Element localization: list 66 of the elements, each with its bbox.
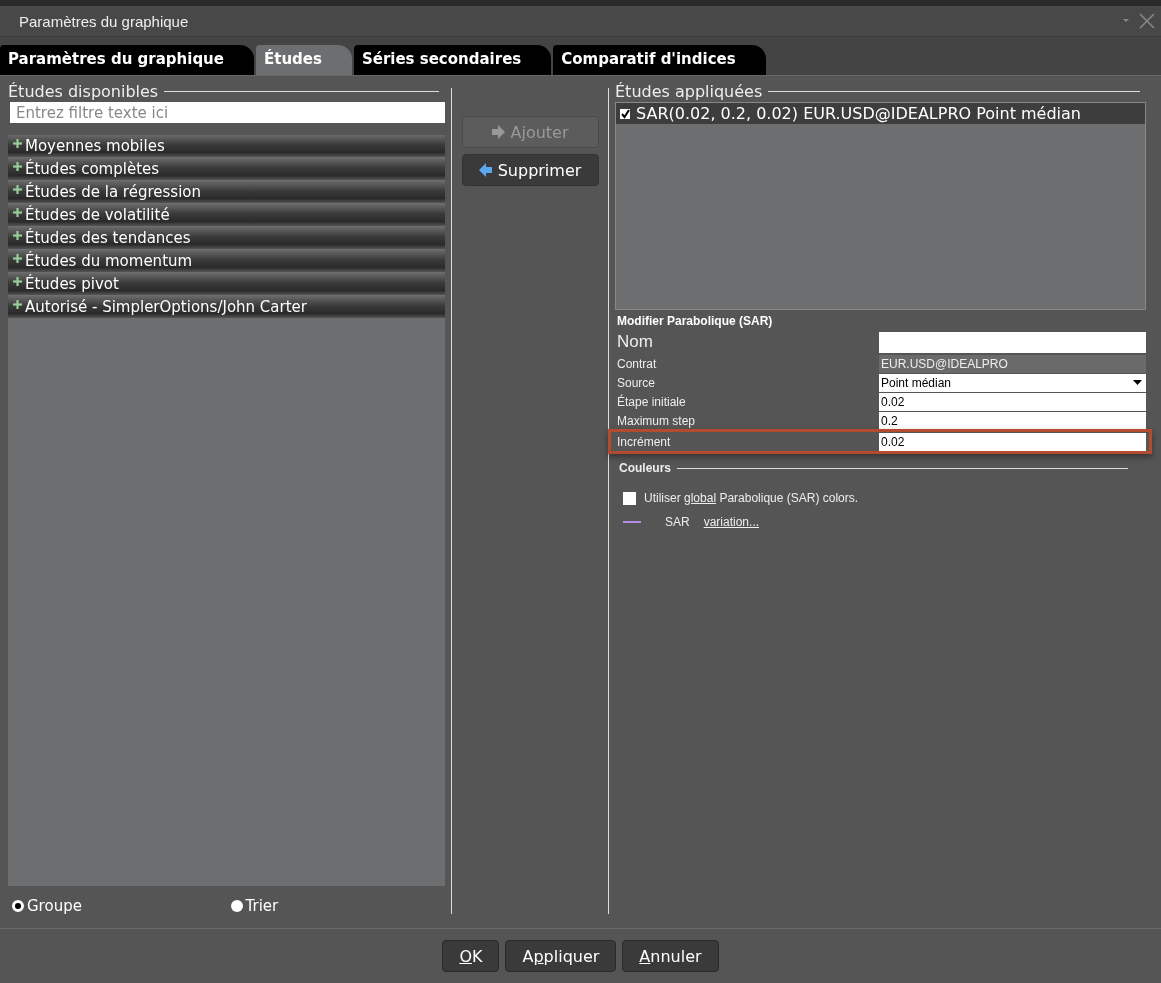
- caret-icon: [1133, 380, 1142, 385]
- field-label: Nom: [617, 332, 654, 352]
- plus-icon[interactable]: [13, 185, 22, 194]
- plus-icon[interactable]: [13, 162, 22, 171]
- option-text: Utiliser global Parabolique (SAR) colors.: [644, 491, 859, 505]
- readonly-field[interactable]: EUR.USD@IDEALPRO: [879, 354, 1146, 373]
- section-title: Études appliquées: [615, 81, 763, 101]
- study-group[interactable]: Études du momentum: [8, 250, 445, 272]
- checkbox[interactable]: [620, 108, 630, 119]
- variation-link[interactable]: variation...: [703, 515, 760, 529]
- study-group[interactable]: Études pivot: [8, 273, 445, 295]
- checkbox[interactable]: [623, 491, 636, 505]
- study-group[interactable]: Études des tendances: [8, 227, 445, 249]
- field-label: Maximum step: [617, 413, 697, 428]
- close-icon[interactable]: [1121, 13, 1155, 29]
- plus-icon[interactable]: [13, 300, 22, 309]
- applied-study[interactable]: SAR(0.02, 0.2, 0.02) EUR.USD@IDEALPRO Point médian: [616, 103, 1145, 124]
- radio-icon[interactable]: [230, 900, 243, 912]
- group-label: Études de la régression: [25, 183, 201, 201]
- input-field[interactable]: 0.2: [879, 411, 1146, 430]
- section-title: Études disponibles: [8, 81, 159, 101]
- tab[interactable]: Comparatif d'indices: [553, 45, 766, 75]
- group-label: Autorisé - SimplerOptions/John Carter: [25, 298, 307, 316]
- group-label: Études de volatilité: [25, 206, 170, 224]
- group-label: Études pivot: [25, 275, 119, 293]
- radio-option[interactable]: Trier: [226, 894, 445, 918]
- field-label: Source: [617, 375, 657, 390]
- group-label: Études complètes: [25, 160, 160, 178]
- plus-icon[interactable]: [13, 208, 22, 217]
- field-label: Contrat: [617, 356, 658, 371]
- dialog-button[interactable]: OK: [442, 940, 500, 972]
- study-group[interactable]: Autorisé - SimplerOptions/John Carter: [8, 296, 445, 318]
- radio-option[interactable]: Groupe: [8, 894, 227, 918]
- field-label: Étape initiale: [617, 394, 687, 409]
- plus-icon[interactable]: [13, 277, 22, 286]
- tab[interactable]: Études: [256, 45, 352, 75]
- plus-icon[interactable]: [13, 254, 22, 263]
- plus-icon[interactable]: [13, 231, 22, 240]
- editor-title: Modifier Parabolique (SAR): [616, 314, 774, 328]
- study-group[interactable]: Études complètes: [8, 158, 445, 180]
- dialog-button[interactable]: Annuler: [622, 940, 719, 972]
- line-label: SAR: [665, 515, 690, 529]
- remove-button[interactable]: Supprimer: [461, 154, 599, 186]
- input-field[interactable]: 0.02: [879, 392, 1146, 411]
- study-group[interactable]: Études de la régression: [8, 181, 445, 203]
- arrow-left-icon: [478, 163, 493, 177]
- radio-icon[interactable]: [12, 900, 24, 912]
- study-group[interactable]: Études de volatilité: [8, 204, 445, 226]
- field-label: Incrément: [617, 434, 672, 449]
- section-title: Couleurs: [619, 461, 671, 475]
- input-field[interactable]: 0.02: [879, 432, 1146, 451]
- group-label: Moyennes mobiles: [25, 137, 165, 155]
- study-label: SAR(0.02, 0.2, 0.02) EUR.USD@IDEALPRO Point médian: [636, 104, 1081, 123]
- global-link[interactable]: global: [684, 491, 717, 505]
- group-label: Études des tendances: [25, 229, 191, 247]
- input-field[interactable]: [879, 331, 1146, 353]
- study-group[interactable]: Moyennes mobiles: [8, 135, 445, 157]
- window-title: Paramètres du graphique: [19, 12, 189, 30]
- tab[interactable]: Séries secondaires: [353, 45, 552, 75]
- filter-field[interactable]: Entrez filtre texte ici: [10, 102, 445, 123]
- tab[interactable]: Paramètres du graphique: [0, 45, 254, 75]
- dialog-button[interactable]: Appliquer: [505, 940, 617, 972]
- group-label: Études du momentum: [25, 252, 193, 270]
- source-dropdown[interactable]: Point médian: [879, 373, 1146, 392]
- plus-icon[interactable]: [13, 139, 22, 148]
- arrow-right-icon: [491, 125, 506, 139]
